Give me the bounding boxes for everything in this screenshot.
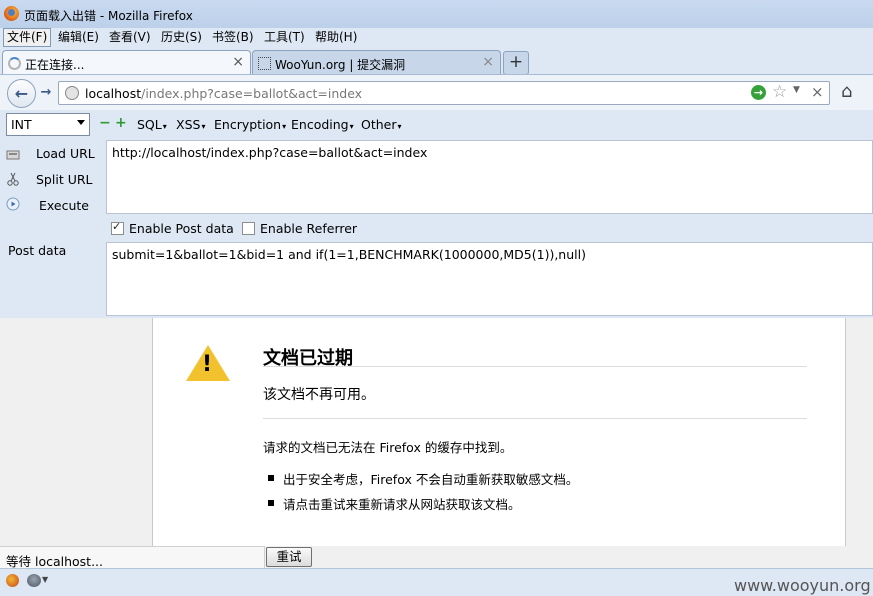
new-tab-button[interactable]: + xyxy=(503,51,529,75)
execute-icon xyxy=(6,197,20,211)
enable-post-checkbox[interactable] xyxy=(111,220,124,235)
increase-icon[interactable]: + xyxy=(115,115,127,131)
window-title: 页面载入出错 - Mozilla Firefox xyxy=(24,9,193,23)
execute-button[interactable]: Execute xyxy=(39,198,89,213)
tab-label: WooYun.org | 提交漏洞 xyxy=(275,58,406,72)
content-area: ! 文档已过期 该文档不再可用。 请求的文档已无法在 Firefox 的缓存中找… xyxy=(0,318,873,546)
bullet-icon xyxy=(268,500,274,506)
hackbar-toolbar: INT − + SQL▾ XSS▾ Encryption▾ Encoding▾ … xyxy=(0,110,873,140)
load-url-icon xyxy=(6,150,20,160)
error-bullet: 出于安全考虑，Firefox 不会自动重新获取敏感文档。 xyxy=(283,472,579,487)
enable-post-label: Enable Post data xyxy=(129,221,234,236)
xss-menu[interactable]: XSS▾ xyxy=(176,117,205,132)
chevron-down-icon xyxy=(77,120,85,125)
menu-view[interactable]: 查看(V) xyxy=(106,29,154,46)
divider xyxy=(263,366,807,367)
url-dropdown-icon[interactable]: ▼ xyxy=(793,85,800,95)
menu-bookmarks[interactable]: 书签(B) xyxy=(209,29,257,46)
hackbar-panel: Load URL Split URL Execute http://localh… xyxy=(0,140,873,318)
sql-menu[interactable]: SQL▾ xyxy=(137,117,167,132)
enable-referrer-checkbox[interactable] xyxy=(242,222,255,235)
url-text[interactable]: localhost/index.php?case=ballot&act=inde… xyxy=(85,86,362,101)
back-button[interactable]: ← xyxy=(7,79,36,108)
divider xyxy=(263,418,807,419)
status-panel: 等待 localhost... xyxy=(0,546,265,569)
addon-settings-icon[interactable] xyxy=(27,574,41,587)
close-tab-icon[interactable]: × xyxy=(232,54,244,70)
error-description: 请求的文档已无法在 Firefox 的缓存中找到。 xyxy=(263,440,513,455)
menu-history[interactable]: 历史(S) xyxy=(158,29,205,46)
bookmark-star-icon[interactable]: ☆ xyxy=(772,82,787,102)
bullet-icon xyxy=(268,475,274,481)
post-data-label: Post data xyxy=(8,243,67,258)
error-subtitle: 该文档不再可用。 xyxy=(263,387,375,403)
firefox-logo-icon xyxy=(4,6,19,21)
warning-mark: ! xyxy=(202,352,213,377)
tab-connecting[interactable]: 正在连接... × xyxy=(2,50,251,75)
menu-file[interactable]: 文件(F) xyxy=(3,28,52,47)
encoding-menu[interactable]: Encoding▾ xyxy=(291,117,354,132)
menu-bar: 文件(F) 编辑(E) 查看(V) 历史(S) 书签(B) 工具(T) 帮助(H… xyxy=(0,28,873,48)
addon-bar: ▼ www.wooyun.org xyxy=(0,568,873,596)
scissors-icon xyxy=(7,172,19,186)
go-arrow-icon[interactable]: → xyxy=(751,85,766,100)
navigation-bar: ← → localhost/index.php?case=ballot&act=… xyxy=(0,74,873,111)
load-url-button[interactable]: Load URL xyxy=(36,146,95,161)
stop-icon[interactable]: × xyxy=(811,83,824,101)
error-page: ! 文档已过期 该文档不再可用。 请求的文档已无法在 Firefox 的缓存中找… xyxy=(152,318,846,546)
decrease-icon[interactable]: − xyxy=(99,115,111,131)
post-data-textarea[interactable]: submit=1&ballot=1&bid=1 and if(1=1,BENCH… xyxy=(106,242,873,316)
error-bullet: 请点击重试来重新请求从网站获取该文档。 xyxy=(283,497,521,512)
watermark: www.wooyun.org xyxy=(734,576,871,595)
chevron-down-icon[interactable]: ▼ xyxy=(42,575,48,584)
forward-button[interactable]: → xyxy=(36,83,56,103)
tab-strip: 正在连接... × WooYun.org | 提交漏洞 × xyxy=(0,48,873,75)
encoding-select[interactable]: INT xyxy=(6,113,90,136)
loading-spinner-icon xyxy=(8,57,21,70)
tab-label: 正在连接... xyxy=(25,58,85,72)
other-menu[interactable]: Other▾ xyxy=(361,117,402,132)
retry-button[interactable]: 重试 xyxy=(266,547,312,567)
menu-edit[interactable]: 编辑(E) xyxy=(55,29,102,46)
encryption-menu[interactable]: Encryption▾ xyxy=(214,117,286,132)
url-bar[interactable]: localhost/index.php?case=ballot&act=inde… xyxy=(58,81,830,105)
firebug-icon[interactable] xyxy=(6,574,19,587)
home-icon[interactable]: ⌂ xyxy=(841,81,852,102)
url-textarea[interactable]: http://localhost/index.php?case=ballot&a… xyxy=(106,140,873,214)
blank-favicon-icon xyxy=(258,57,271,70)
enable-referrer-label: Enable Referrer xyxy=(260,221,358,236)
menu-tools[interactable]: 工具(T) xyxy=(261,29,308,46)
close-tab-icon[interactable]: × xyxy=(482,54,494,70)
site-identity-icon[interactable] xyxy=(65,86,79,100)
menu-help[interactable]: 帮助(H) xyxy=(312,29,360,46)
status-bar: 等待 localhost... 重试 xyxy=(0,546,873,569)
tab-wooyun[interactable]: WooYun.org | 提交漏洞 × xyxy=(252,50,501,75)
title-bar: 页面载入出错 - Mozilla Firefox xyxy=(0,0,873,28)
split-url-button[interactable]: Split URL xyxy=(36,172,93,187)
